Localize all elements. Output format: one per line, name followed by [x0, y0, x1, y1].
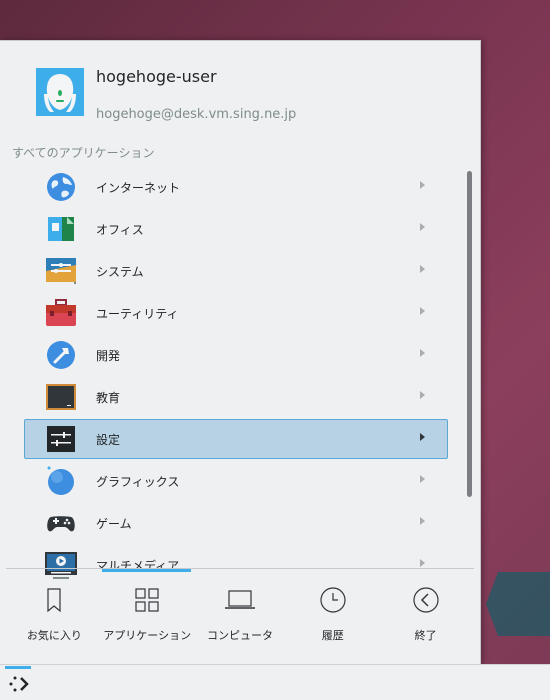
- chevron-right-icon: [420, 223, 425, 231]
- app-category-graphics[interactable]: グラフィックス: [24, 461, 448, 501]
- toolbox-icon: [46, 299, 76, 326]
- active-tab-indicator: [102, 569, 191, 572]
- user-email: hogehoge@desk.vm.sing.ne.jp: [96, 107, 297, 122]
- app-category-utilities[interactable]: ユーティリティ: [24, 293, 448, 333]
- graphics-sphere-icon: [47, 466, 74, 495]
- section-title: すべてのアプリケーション: [12, 146, 155, 160]
- chevron-right-icon: [420, 391, 425, 399]
- app-category-settings[interactable]: 設定: [24, 419, 448, 459]
- chevron-right-icon: [420, 307, 425, 315]
- app-category-label: 開発: [96, 349, 121, 363]
- tab-history[interactable]: 履歴: [286, 581, 379, 651]
- office-icon: [48, 217, 74, 241]
- desktop-decoration: [486, 572, 550, 636]
- tab-favorites[interactable]: お気に入り: [8, 581, 101, 651]
- app-category-list: インターネット オフィス システム ユーティリティ 開発 教育 設定 グラフィッ…: [24, 167, 448, 587]
- chevron-right-icon: [420, 433, 425, 441]
- app-category-office[interactable]: オフィス: [24, 209, 448, 249]
- gamepad-icon: [47, 516, 75, 532]
- chevron-right-icon: [420, 517, 425, 525]
- app-category-label: インターネット: [96, 181, 181, 195]
- launcher-tabs: お気に入り アプリケーション コンピュータ 履歴 終了: [8, 581, 472, 651]
- bookmark-icon: [47, 588, 61, 613]
- app-category-label: グラフィックス: [96, 475, 180, 489]
- laptop-icon: [224, 590, 255, 609]
- app-category-label: ゲーム: [96, 517, 132, 531]
- tab-computer[interactable]: コンピュータ: [194, 581, 287, 651]
- app-category-system[interactable]: システム: [24, 251, 448, 291]
- blackboard-icon: [46, 384, 76, 410]
- app-category-label: オフィス: [96, 223, 144, 237]
- app-category-label: 設定: [96, 433, 121, 447]
- app-category-multimedia[interactable]: マルチメディア: [24, 545, 448, 585]
- chevron-right-icon: [420, 475, 425, 483]
- app-category-label: 教育: [96, 391, 121, 405]
- launcher-button-icon[interactable]: [5, 670, 33, 698]
- chevron-right-icon: [420, 265, 425, 273]
- taskbar: [0, 664, 550, 700]
- user-name: hogehoge-user: [96, 67, 217, 86]
- system-icon: [46, 258, 76, 284]
- chevron-right-icon: [420, 349, 425, 357]
- multimedia-icon: [45, 552, 77, 579]
- tab-label: アプリケーション: [103, 629, 192, 642]
- settings-sliders-icon: [47, 426, 75, 452]
- tab-label: お気に入り: [26, 629, 82, 642]
- tab-label: 終了: [414, 629, 437, 642]
- app-category-education[interactable]: 教育: [24, 377, 448, 417]
- avatar[interactable]: [36, 68, 84, 116]
- app-category-development[interactable]: 開発: [24, 335, 448, 375]
- divider: [6, 568, 474, 569]
- app-category-internet[interactable]: インターネット: [24, 167, 448, 207]
- launcher-active-indicator: [5, 666, 31, 669]
- avatar-face-icon: [36, 68, 84, 116]
- chevron-right-icon: [420, 559, 425, 567]
- app-category-label: システム: [96, 265, 144, 279]
- chevron-right-icon: [420, 181, 425, 189]
- hammer-icon: [47, 341, 75, 369]
- tab-label: コンピュータ: [206, 629, 273, 642]
- tab-label: 履歴: [321, 629, 344, 642]
- grid-icon: [135, 588, 159, 612]
- scrollbar[interactable]: [467, 171, 472, 497]
- tab-applications[interactable]: アプリケーション: [101, 581, 194, 651]
- application-launcher-menu: hogehoge-user hogehoge@desk.vm.sing.ne.j…: [0, 40, 481, 665]
- back-arrow-icon: [412, 587, 439, 613]
- globe-icon: [47, 173, 75, 201]
- app-category-games[interactable]: ゲーム: [24, 503, 448, 543]
- tab-leave[interactable]: 終了: [379, 581, 472, 651]
- app-category-label: ユーティリティ: [96, 307, 179, 321]
- clock-icon: [320, 587, 346, 613]
